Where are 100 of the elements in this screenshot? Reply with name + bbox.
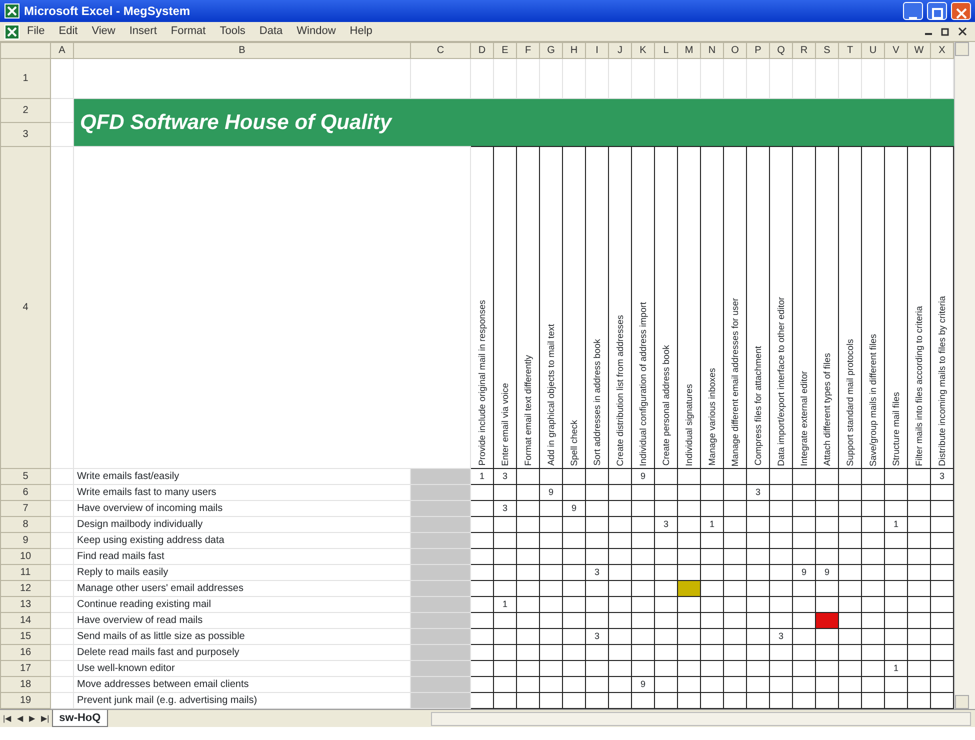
matrix-cell <box>540 500 562 516</box>
row-header[interactable]: 7 <box>0 500 50 516</box>
row-header[interactable]: 13 <box>0 596 50 612</box>
row-header[interactable]: 1 <box>0 58 50 98</box>
column-header[interactable]: K <box>632 42 654 58</box>
matrix-cell <box>654 660 678 676</box>
column-header[interactable]: J <box>608 42 632 58</box>
column-header[interactable]: T <box>838 42 862 58</box>
row-header[interactable]: 8 <box>0 516 50 532</box>
matrix-cell <box>746 676 770 692</box>
column-header[interactable]: I <box>586 42 608 58</box>
matrix-cell <box>678 516 700 532</box>
matrix-cell <box>724 644 746 660</box>
column-header[interactable]: F <box>516 42 540 58</box>
matrix-cell <box>516 612 540 628</box>
matrix-cell <box>862 500 884 516</box>
column-header[interactable]: G <box>540 42 562 58</box>
column-header[interactable]: Q <box>770 42 792 58</box>
row-header[interactable]: 3 <box>0 122 50 146</box>
row-header[interactable]: 11 <box>0 564 50 580</box>
row-header[interactable]: 12 <box>0 580 50 596</box>
matrix-cell <box>494 548 516 564</box>
requirement-label: Continue reading existing mail <box>74 596 410 612</box>
maximize-icon[interactable] <box>927 2 947 20</box>
menu-item[interactable]: Format <box>164 23 213 40</box>
close-icon[interactable] <box>958 27 967 36</box>
matrix-cell <box>838 516 862 532</box>
row-header[interactable]: 16 <box>0 644 50 660</box>
column-header[interactable]: E <box>494 42 516 58</box>
column-header[interactable]: H <box>562 42 586 58</box>
column-header[interactable]: D <box>470 42 494 58</box>
matrix-cell <box>724 596 746 612</box>
column-label: Filter mails into files according to criteria <box>913 304 925 468</box>
column-header[interactable]: U <box>862 42 884 58</box>
menu-item[interactable]: Help <box>342 23 380 40</box>
matrix-cell <box>562 676 586 692</box>
matrix-cell <box>770 676 792 692</box>
menu-item[interactable]: Tools <box>212 23 252 40</box>
row-header[interactable]: 10 <box>0 548 50 564</box>
requirement-label: Send mails of as little size as possible <box>74 628 410 644</box>
column-header[interactable]: N <box>700 42 724 58</box>
sheet-nav-button[interactable]: ◀ <box>14 712 26 724</box>
matrix-cell: 9 <box>632 676 654 692</box>
row-header[interactable]: 9 <box>0 532 50 548</box>
column-header[interactable]: V <box>884 42 908 58</box>
column-header[interactable]: C <box>410 42 470 58</box>
column-header[interactable]: B <box>74 42 410 58</box>
column-header[interactable]: O <box>724 42 746 58</box>
matrix-cell <box>516 676 540 692</box>
matrix-cell <box>908 596 930 612</box>
matrix-cell <box>654 628 678 644</box>
row-header[interactable]: 2 <box>0 98 50 122</box>
row-header[interactable]: 4 <box>0 146 50 468</box>
row-header[interactable]: 18 <box>0 676 50 692</box>
row-header[interactable]: 14 <box>0 612 50 628</box>
column-header[interactable]: A <box>50 42 74 58</box>
row-header[interactable]: 5 <box>0 468 50 484</box>
matrix-cell <box>470 644 494 660</box>
menu-item[interactable]: Edit <box>52 23 85 40</box>
requirement-label: Design mailbody individually <box>74 516 410 532</box>
sheet-nav-button[interactable]: ▶ <box>26 712 38 724</box>
menu-item[interactable]: File <box>20 23 52 40</box>
matrix-cell: 3 <box>654 516 678 532</box>
matrix-cell <box>884 564 908 580</box>
restore-icon[interactable] <box>941 27 950 36</box>
menu-item[interactable]: Data <box>252 23 290 40</box>
column-header[interactable]: R <box>792 42 816 58</box>
sheet-nav-button[interactable]: |◀ <box>0 712 14 724</box>
row-header[interactable]: 19 <box>0 692 50 708</box>
column-header[interactable]: P <box>746 42 770 58</box>
matrix-cell <box>700 564 724 580</box>
requirement-label: Have overview of read mails <box>74 612 410 628</box>
menu-item[interactable]: View <box>84 23 122 40</box>
column-header[interactable]: X <box>930 42 954 58</box>
vertical-scrollbar[interactable] <box>954 42 975 709</box>
matrix-cell <box>746 628 770 644</box>
matrix-cell <box>884 596 908 612</box>
sheet-tab[interactable]: sw-HoQ <box>52 710 108 728</box>
column-header[interactable]: M <box>678 42 700 58</box>
minimize-icon[interactable] <box>903 2 923 20</box>
matrix-cell <box>746 580 770 596</box>
horizontal-scrollbar[interactable] <box>431 712 971 726</box>
requirement-label: Reply to mails easily <box>74 564 410 580</box>
matrix-cell <box>678 548 700 564</box>
matrix-cell: 3 <box>494 500 516 516</box>
matrix-cell <box>770 532 792 548</box>
matrix-cell: 3 <box>746 484 770 500</box>
menu-item[interactable]: Insert <box>122 23 164 40</box>
row-header[interactable]: 6 <box>0 484 50 500</box>
menu-item[interactable]: Window <box>290 23 343 40</box>
column-header[interactable]: W <box>908 42 930 58</box>
sheet-nav-button[interactable]: ▶| <box>38 712 52 724</box>
matrix-cell <box>908 644 930 660</box>
matrix-cell <box>816 580 838 596</box>
column-header[interactable]: L <box>654 42 678 58</box>
row-header[interactable]: 17 <box>0 660 50 676</box>
column-header[interactable]: S <box>816 42 838 58</box>
matrix-cell <box>654 484 678 500</box>
matrix-cell <box>540 564 562 580</box>
row-header[interactable]: 15 <box>0 628 50 644</box>
